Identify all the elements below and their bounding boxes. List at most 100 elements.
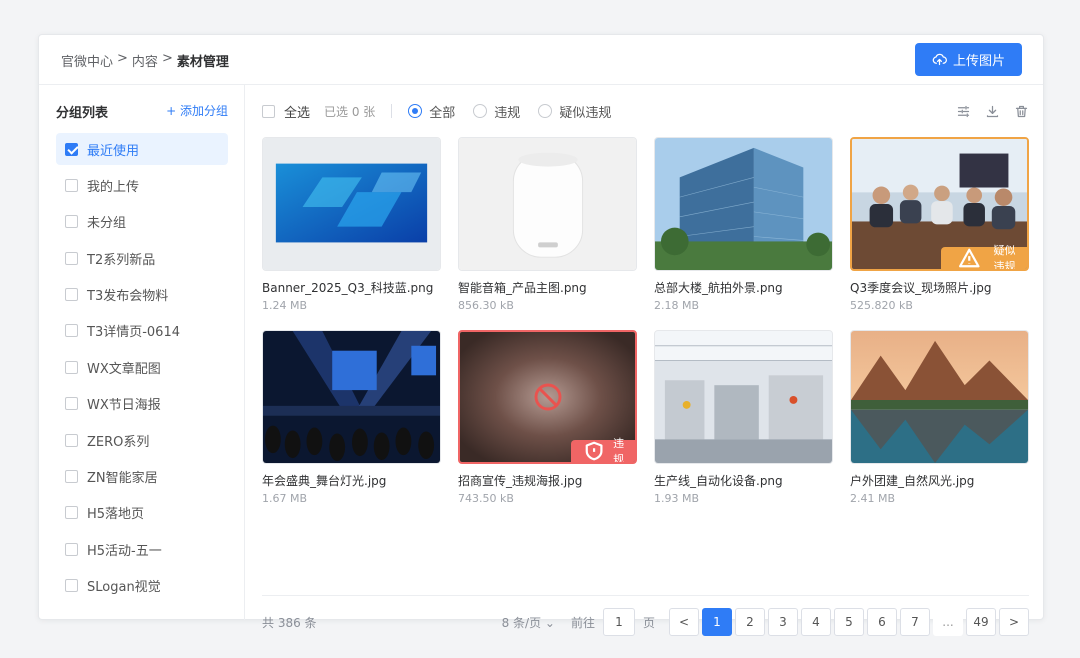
- goto-page-input[interactable]: 1: [602, 608, 635, 636]
- goto-prefix: 前往: [570, 615, 595, 630]
- filter-toolbar: 全选 已选 0 张 全部 违规 疑似违规: [262, 101, 1029, 121]
- checkbox-icon: [65, 178, 78, 192]
- breadcrumb-item-1[interactable]: 官微中心: [61, 51, 113, 70]
- download-icon[interactable]: [985, 104, 1000, 119]
- group-item[interactable]: T3详情页-0614: [56, 315, 228, 347]
- file-size: 1.24 MB: [262, 299, 308, 312]
- mountain-lake-image: [851, 331, 1028, 463]
- group-item-label: H5活动-五一: [87, 543, 162, 559]
- page-size-select[interactable]: 8 条/页 ⌄: [502, 614, 555, 631]
- image-thumbnail[interactable]: 疑似违规: [850, 137, 1029, 271]
- checkbox-icon: [65, 251, 78, 265]
- image-thumbnail[interactable]: [654, 330, 833, 464]
- image-card[interactable]: 年会盛典_舞台灯光.jpg 1.67 MB: [262, 330, 441, 523]
- group-item[interactable]: ZERO系列: [56, 424, 228, 456]
- group-item-label: WX节日海报: [87, 398, 161, 414]
- group-item[interactable]: 我的上传: [56, 169, 228, 201]
- badge-label: 疑似违规: [993, 244, 1016, 271]
- group-item-label: 我的上传: [87, 179, 140, 195]
- page-button[interactable]: 4: [801, 608, 831, 636]
- group-item-label: WX文章配图: [87, 361, 161, 377]
- filter-suspected-label: 疑似违规: [559, 105, 612, 121]
- speaker-image: [459, 138, 636, 270]
- select-all-label: 全选: [284, 105, 311, 121]
- upload-image-button[interactable]: 上传图片: [915, 43, 1022, 76]
- checkbox-icon: [65, 433, 78, 447]
- add-group-link[interactable]: + 添加分组: [166, 102, 228, 121]
- page-button[interactable]: 6: [867, 608, 897, 636]
- image-thumbnail[interactable]: [850, 330, 1029, 464]
- page-button[interactable]: 5: [834, 608, 864, 636]
- page-button[interactable]: 1: [702, 608, 732, 636]
- violation-badge: 违规: [571, 437, 635, 462]
- shield-icon: [585, 441, 603, 461]
- breadcrumb-item-2[interactable]: 内容: [132, 51, 158, 70]
- group-item[interactable]: WX节日海报: [56, 388, 228, 420]
- suspected-violation-badge: 疑似违规: [941, 244, 1027, 269]
- image-card[interactable]: 违规 招商宣传_违规海报.jpg 743.50 kB: [458, 330, 637, 523]
- goto-suffix: 页: [642, 615, 655, 630]
- group-sidebar: 分组列表 + 添加分组 最近使用 我的上传 未分组 T2系列新品 T3发布会物料 T3详情…: [39, 85, 245, 620]
- image-thumbnail[interactable]: 违规: [458, 330, 637, 464]
- filter-suspected-radio[interactable]: 疑似违规: [538, 102, 611, 121]
- next-page-button[interactable]: >: [999, 608, 1029, 636]
- page-button[interactable]: 49: [966, 608, 996, 636]
- checkbox-icon: [262, 104, 275, 118]
- file-name: 户外团建_自然风光.jpg: [850, 474, 975, 488]
- group-item[interactable]: 最近使用: [56, 133, 228, 165]
- group-item[interactable]: H5活动-五一: [56, 533, 228, 565]
- badge-label: 违规: [613, 437, 625, 464]
- page-button[interactable]: 2: [735, 608, 765, 636]
- image-grid: Banner_2025_Q3_科技蓝.png 1.24 MB 智能音箱_产品主图…: [262, 137, 1029, 523]
- toolbar-actions: [956, 104, 1029, 119]
- group-item[interactable]: SLogan视觉: [56, 570, 228, 602]
- checkbox-icon: [65, 360, 78, 374]
- page-button[interactable]: 7: [900, 608, 930, 636]
- filter-violation-radio[interactable]: 违规: [473, 102, 520, 121]
- total-count: 共 386 条: [262, 615, 317, 630]
- group-item[interactable]: T2系列新品: [56, 242, 228, 274]
- radio-icon: [408, 104, 423, 118]
- image-card[interactable]: 疑似违规 Q3季度会议_现场照片.jpg 525.820 kB: [850, 137, 1029, 330]
- file-name: 智能音箱_产品主图.png: [458, 281, 587, 295]
- prev-page-button[interactable]: <: [669, 608, 699, 636]
- filter-all-radio[interactable]: 全部: [408, 102, 455, 121]
- group-item-label: T3发布会物料: [87, 289, 169, 305]
- group-item-label: 未分组: [87, 216, 127, 232]
- material-manager-card: 官微中心 > 内容 > 素材管理 上传图片 分组列表 + 添加分组 最近使用 我的…: [38, 34, 1044, 636]
- radio-icon: [473, 104, 488, 118]
- image-thumbnail[interactable]: [262, 330, 441, 464]
- group-item-label: T3详情页-0614: [87, 325, 180, 341]
- image-card[interactable]: 总部大楼_航拍外景.png 2.18 MB: [654, 137, 833, 330]
- image-thumbnail[interactable]: [262, 137, 441, 271]
- file-name: 总部大楼_航拍外景.png: [654, 281, 783, 295]
- group-item[interactable]: WX文章配图: [56, 351, 228, 383]
- checkbox-icon: [65, 542, 78, 556]
- pagination: 共 386 条 8 条/页 ⌄ 前往 1 页 <1 2 3 4 5 6 7... 49 >: [262, 608, 1029, 636]
- image-card[interactable]: 智能音箱_产品主图.png 856.30 kB: [458, 137, 637, 330]
- image-thumbnail[interactable]: [654, 137, 833, 271]
- sliders-icon[interactable]: [956, 104, 971, 119]
- file-name: 生产线_自动化设备.png: [654, 474, 783, 488]
- file-name: 年会盛典_舞台灯光.jpg: [262, 474, 387, 488]
- checkbox-icon: [65, 506, 78, 520]
- page-button[interactable]: 3: [768, 608, 798, 636]
- group-item[interactable]: ZN智能家居: [56, 461, 228, 493]
- page-ellipsis: ...: [933, 608, 963, 636]
- trash-icon[interactable]: [1014, 104, 1029, 119]
- status-filter: 全部 违规 疑似违规: [408, 102, 611, 121]
- group-item[interactable]: T3发布会物料: [56, 279, 228, 311]
- group-item[interactable]: 未分组: [56, 206, 228, 238]
- image-card[interactable]: 户外团建_自然风光.jpg 2.41 MB: [850, 330, 1029, 523]
- select-all-checkbox[interactable]: 全选: [262, 102, 310, 121]
- breadcrumb-current: 素材管理: [176, 55, 229, 70]
- image-card[interactable]: 生产线_自动化设备.png 1.93 MB: [654, 330, 833, 523]
- checkbox-icon: [65, 215, 78, 229]
- file-size: 856.30 kB: [458, 299, 514, 312]
- factory-image: [655, 331, 832, 463]
- group-item[interactable]: H5落地页: [56, 497, 228, 529]
- checkbox-icon: [65, 579, 78, 593]
- image-thumbnail[interactable]: [458, 137, 637, 271]
- image-card[interactable]: Banner_2025_Q3_科技蓝.png 1.24 MB: [262, 137, 441, 330]
- group-item-label: ZN智能家居: [87, 471, 158, 487]
